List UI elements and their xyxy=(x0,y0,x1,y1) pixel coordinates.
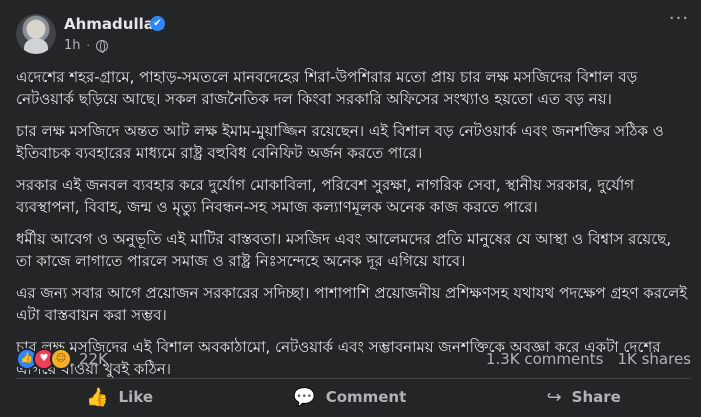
post-actions: 👍 Like 💬 Comment ↪ Share xyxy=(16,381,691,413)
like-button[interactable]: 👍 Like xyxy=(86,387,153,408)
reaction-count[interactable]: 22K xyxy=(79,350,108,368)
post-paragraph: চার লক্ষ মসজিদে অন্তত আট লক্ষ ইমাম-মুয়া… xyxy=(16,122,664,162)
facebook-post: Ahmadullah ✔ 1h · ··· এদেশের শহর-গ্রামে,… xyxy=(0,0,701,417)
globe-icon xyxy=(96,39,109,53)
share-icon: ↪ xyxy=(546,386,562,408)
post-paragraph: ধর্মীয় আবেগ ও অনুভূতি এই মাটির বাস্তবতা… xyxy=(16,230,672,270)
author-avatar[interactable] xyxy=(16,14,56,54)
engagement-stats: 👍 ♥ ☺ 22K 1.3K comments 1K shares xyxy=(16,348,691,370)
more-options-icon[interactable]: ··· xyxy=(665,10,693,32)
comment-icon: 💬 xyxy=(293,386,316,408)
post-paragraph: এদেশের শহর-গ্রামে, পাহাড়-সমতলে মানবদেহে… xyxy=(16,68,638,108)
post-meta: 1h · xyxy=(64,38,109,53)
thumbs-up-icon: 👍 xyxy=(86,386,109,408)
comment-button[interactable]: 💬 Comment xyxy=(293,387,406,408)
post-paragraph: এর জন্য সবার আগে প্রয়োজন সরকারের সদিচ্ছ… xyxy=(16,284,688,324)
actions-divider xyxy=(16,378,691,379)
care-reaction-icon: ☺ xyxy=(50,348,72,370)
reaction-summary[interactable]: 👍 ♥ ☺ 22K xyxy=(16,348,108,370)
like-label: Like xyxy=(118,388,153,406)
post-paragraph: সরকার এই জনবল ব্যবহার করে দুর্যোগ মোকাবি… xyxy=(16,176,635,216)
comments-count[interactable]: 1.3K comments xyxy=(486,350,604,368)
post-body: এদেশের শহর-গ্রামে, পাহাড়-সমতলে মানবদেহে… xyxy=(16,66,690,390)
verified-badge-icon: ✔ xyxy=(150,16,165,31)
post-time[interactable]: 1h xyxy=(64,38,81,53)
share-label: Share xyxy=(571,388,621,406)
share-button[interactable]: ↪ Share xyxy=(547,387,621,408)
shares-count[interactable]: 1K shares xyxy=(617,350,691,368)
comment-label: Comment xyxy=(325,388,407,406)
meta-separator: · xyxy=(86,39,91,52)
